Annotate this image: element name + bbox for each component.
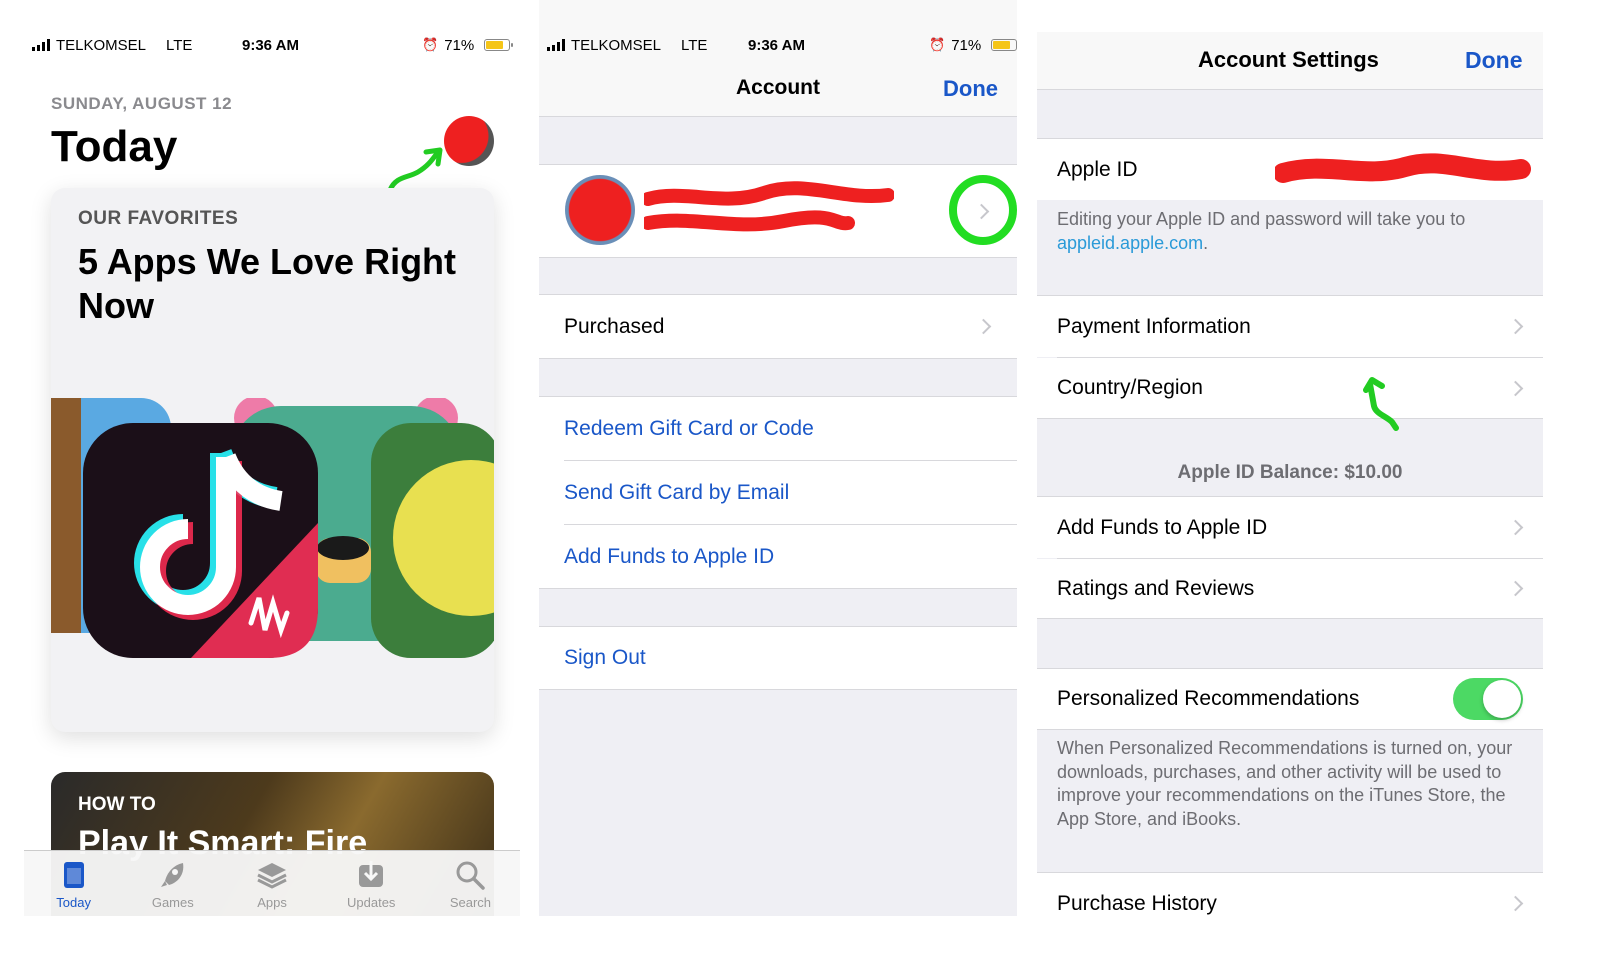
tab-label: Updates — [347, 895, 396, 910]
carrier: TELKOMSEL — [56, 36, 147, 54]
personalized-recommendations-toggle[interactable] — [1453, 678, 1523, 720]
alarm-icon: ⏰ — [422, 37, 439, 52]
apple-id-row[interactable]: Apple ID — [1037, 138, 1543, 200]
carrier: TELKOMSEL — [571, 36, 662, 54]
row-label: Sign Out — [564, 646, 646, 669]
tab-label: Search — [449, 895, 492, 910]
chevron-right-icon — [1507, 580, 1524, 597]
row-label: Purchase History — [1057, 891, 1217, 915]
apple-id-footnote: Editing your Apple ID and password will … — [1057, 208, 1527, 255]
signal-icon — [547, 39, 565, 51]
row-label: Country/Region — [1057, 376, 1203, 399]
chevron-right-icon — [1507, 318, 1524, 335]
purchase-history-row[interactable]: Purchase History — [1037, 872, 1543, 916]
account-avatar-button[interactable] — [444, 116, 494, 166]
tab-label: Games — [151, 895, 194, 910]
today-screen: TELKOMSEL LTE 9:36 AM ⏰ 71% SUNDAY, AUGU… — [24, 0, 520, 916]
app-icons-artwork — [51, 398, 494, 660]
personalized-recommendations-row: Personalized Recommendations — [1037, 668, 1543, 730]
rocket-icon — [160, 863, 184, 887]
status-bar: TELKOMSEL LTE 9:36 AM ⏰ 71% — [547, 34, 1017, 56]
add-funds-row[interactable]: Add Funds to Apple ID — [1037, 496, 1543, 558]
card-tag: OUR FAVORITES — [78, 208, 239, 229]
battery-percent: 71% — [444, 36, 475, 54]
chevron-right-icon — [1507, 519, 1524, 536]
status-bar: TELKOMSEL LTE 9:36 AM ⏰ 71% — [32, 34, 520, 56]
personalized-footnote: When Personalized Recommendations is tur… — [1057, 738, 1513, 829]
network-type: LTE — [681, 36, 708, 54]
card-title: 5 Apps We Love Right Now — [78, 241, 457, 326]
featured-card[interactable]: OUR FAVORITES 5 Apps We Love Right Now — [51, 188, 494, 732]
date-label: SUNDAY, AUGUST 12 — [51, 94, 233, 113]
arrow-annotation-icon — [1363, 377, 1399, 431]
network-type: LTE — [166, 36, 193, 54]
tab-search[interactable]: Search — [421, 851, 520, 916]
purchased-row[interactable]: Purchased — [539, 294, 1017, 359]
redacted-name-scribble — [644, 181, 894, 232]
nav-bar: TELKOMSEL LTE 9:36 AM ⏰ 71% Account Done — [539, 0, 1017, 117]
tab-label: Today — [56, 895, 91, 910]
add-funds-row[interactable]: Add Funds to Apple ID — [539, 525, 1017, 589]
row-label: Payment Information — [1057, 314, 1251, 338]
footnote-text: Editing your Apple ID and password will … — [1057, 209, 1466, 229]
avatar — [565, 175, 635, 245]
appleid-link[interactable]: appleid.apple.com — [1057, 233, 1203, 253]
battery-icon — [484, 39, 514, 51]
row-label: Add Funds to Apple ID — [1057, 515, 1268, 539]
battery-icon — [991, 39, 1017, 51]
status-time: 9:36 AM — [748, 36, 805, 54]
download-icon — [359, 861, 384, 887]
row-label: Send Gift Card by Email — [564, 481, 790, 504]
nav-bar: Account Settings Done — [1037, 32, 1543, 90]
tab-today[interactable]: Today — [24, 851, 123, 916]
chevron-right-icon — [975, 318, 992, 335]
tab-updates[interactable]: Updates — [322, 851, 421, 916]
account-profile-row[interactable] — [539, 164, 1017, 258]
send-gift-card-row[interactable]: Send Gift Card by Email — [539, 461, 1017, 525]
search-icon — [456, 861, 486, 890]
tab-label: Apps — [257, 895, 287, 910]
footnote-suffix: . — [1203, 232, 1209, 253]
chevron-right-icon — [1507, 895, 1524, 912]
today-icon — [63, 862, 84, 888]
battery-percent: 71% — [951, 36, 982, 54]
account-settings-screen: Account Settings Done Apple ID Editing y… — [1037, 32, 1543, 916]
done-button[interactable]: Done — [943, 76, 998, 102]
redacted-apple-id-scribble — [1275, 153, 1531, 183]
account-screen: TELKOMSEL LTE 9:36 AM ⏰ 71% Account Done… — [539, 0, 1017, 916]
tab-bar: Today Games Apps Updates Search — [24, 850, 520, 916]
country-region-row[interactable]: Country/Region — [1037, 358, 1543, 431]
alarm-icon: ⏰ — [929, 37, 946, 52]
page-title: Account — [736, 76, 820, 99]
ratings-reviews-row[interactable]: Ratings and Reviews — [1037, 559, 1543, 619]
row-label: Redeem Gift Card or Code — [564, 417, 814, 440]
signal-icon — [32, 39, 50, 51]
layers-icon — [257, 863, 287, 889]
sign-out-button[interactable]: Sign Out — [539, 626, 1017, 690]
row-label: Apple ID — [1057, 157, 1138, 181]
page-title: Account Settings — [1198, 47, 1379, 72]
status-time: 9:36 AM — [242, 36, 299, 54]
done-button[interactable]: Done — [1465, 47, 1523, 74]
page-title: Today — [51, 122, 178, 171]
row-label: Add Funds to Apple ID — [564, 544, 775, 568]
row-label: Purchased — [564, 314, 665, 338]
payment-information-row[interactable]: Payment Information — [1037, 295, 1543, 357]
redeem-gift-card-row[interactable]: Redeem Gift Card or Code — [539, 396, 1017, 461]
row-label: Ratings and Reviews — [1057, 576, 1255, 600]
chevron-right-icon — [1507, 380, 1524, 396]
card-tag: HOW TO — [78, 794, 156, 815]
balance-label: Apple ID Balance: $10.00 — [1177, 462, 1403, 483]
tab-apps[interactable]: Apps — [222, 851, 321, 916]
tab-games[interactable]: Games — [123, 851, 222, 916]
row-label: Personalized Recommendations — [1057, 687, 1360, 710]
